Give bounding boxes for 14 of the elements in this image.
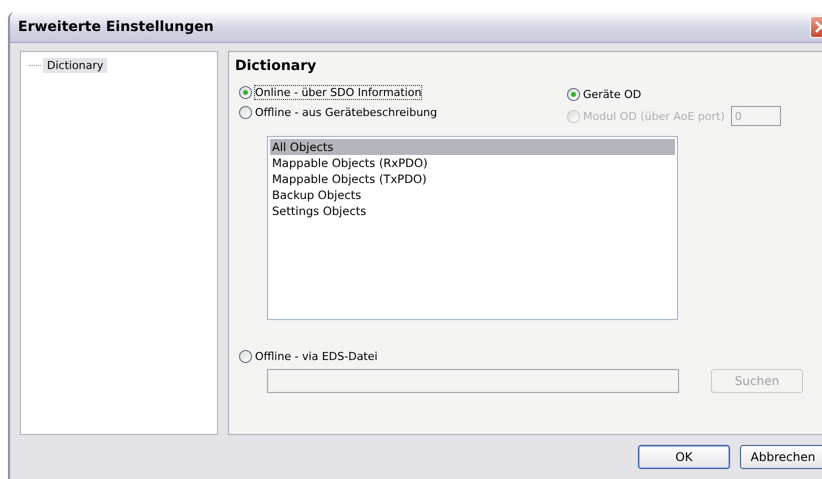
tree-item[interactable]: Dictionary xyxy=(43,58,108,73)
radio-option[interactable]: Offline - aus Gerätebeschreibung xyxy=(239,106,438,119)
radio-option[interactable]: Online - über SDO Information xyxy=(239,86,422,99)
list-item[interactable]: All Objects xyxy=(270,139,675,155)
radio-option[interactable]: Offline - via EDS-Datei xyxy=(239,350,378,363)
radio-option[interactable]: Geräte OD xyxy=(567,88,642,100)
window-title: Erweiterte Einstellungen xyxy=(17,19,215,35)
list-item[interactable]: Mappable Objects (RxPDO) xyxy=(270,155,675,171)
list-item[interactable]: Mappable Objects (TxPDO) xyxy=(270,171,675,187)
cancel-button[interactable]: Abbrechen xyxy=(740,445,822,469)
list-item[interactable]: Backup Objects xyxy=(270,187,675,203)
list-item[interactable]: Settings Objects xyxy=(270,203,675,219)
panel-heading: Dictionary xyxy=(235,58,318,74)
ok-button[interactable]: OK xyxy=(638,445,730,469)
